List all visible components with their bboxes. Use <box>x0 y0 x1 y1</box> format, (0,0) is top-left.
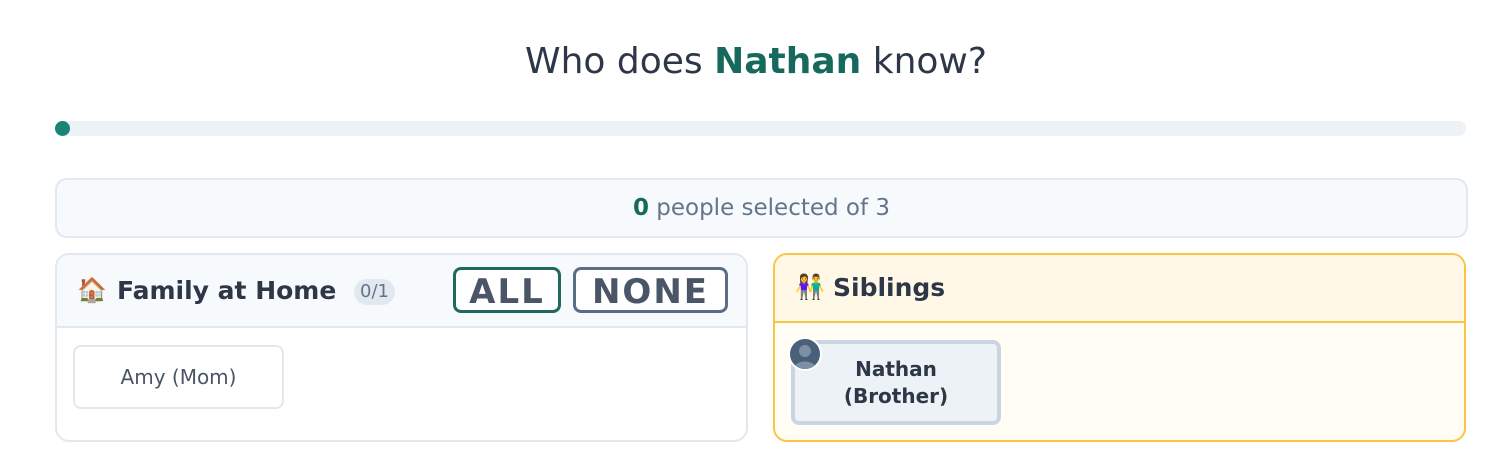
progress-fill <box>55 121 70 136</box>
selection-counter: 0 people selected of 3 <box>55 178 1468 238</box>
title-suffix: know? <box>861 41 987 82</box>
group-siblings: 👫 Siblings Nathan (Brother) <box>773 253 1466 442</box>
page: Who does Nathan know? 0 people selected … <box>0 0 1512 458</box>
person-card-amy[interactable]: Amy (Mom) <box>73 345 284 409</box>
person-card-nathan[interactable]: Nathan (Brother) <box>791 340 1001 425</box>
selection-counter-text: people selected of 3 <box>648 195 891 221</box>
person-relation: (Brother) <box>843 384 949 408</box>
page-title: Who does Nathan know? <box>0 36 1512 88</box>
siblings-icon: 👫 <box>795 273 825 301</box>
person-avatar-icon <box>788 337 822 371</box>
title-prefix: Who does <box>525 41 715 82</box>
group-count-badge: 0/1 <box>354 279 395 305</box>
subject-name: Nathan <box>714 41 862 82</box>
select-none-button[interactable]: NONE <box>573 267 728 313</box>
group-header: 🏠 Family at Home 0/1 ALL NONE <box>57 255 746 328</box>
select-all-button[interactable]: ALL <box>453 267 561 313</box>
person-name: Nathan <box>855 357 937 381</box>
progress-bar <box>55 121 1466 136</box>
group-header: 👫 Siblings <box>775 255 1464 323</box>
group-title: Family at Home <box>117 276 337 305</box>
group-family-at-home: 🏠 Family at Home 0/1 ALL NONE Amy (Mom) <box>55 253 748 442</box>
selected-count: 0 <box>632 195 649 221</box>
house-icon: 🏠 <box>77 276 107 304</box>
group-title: Siblings <box>833 273 946 302</box>
